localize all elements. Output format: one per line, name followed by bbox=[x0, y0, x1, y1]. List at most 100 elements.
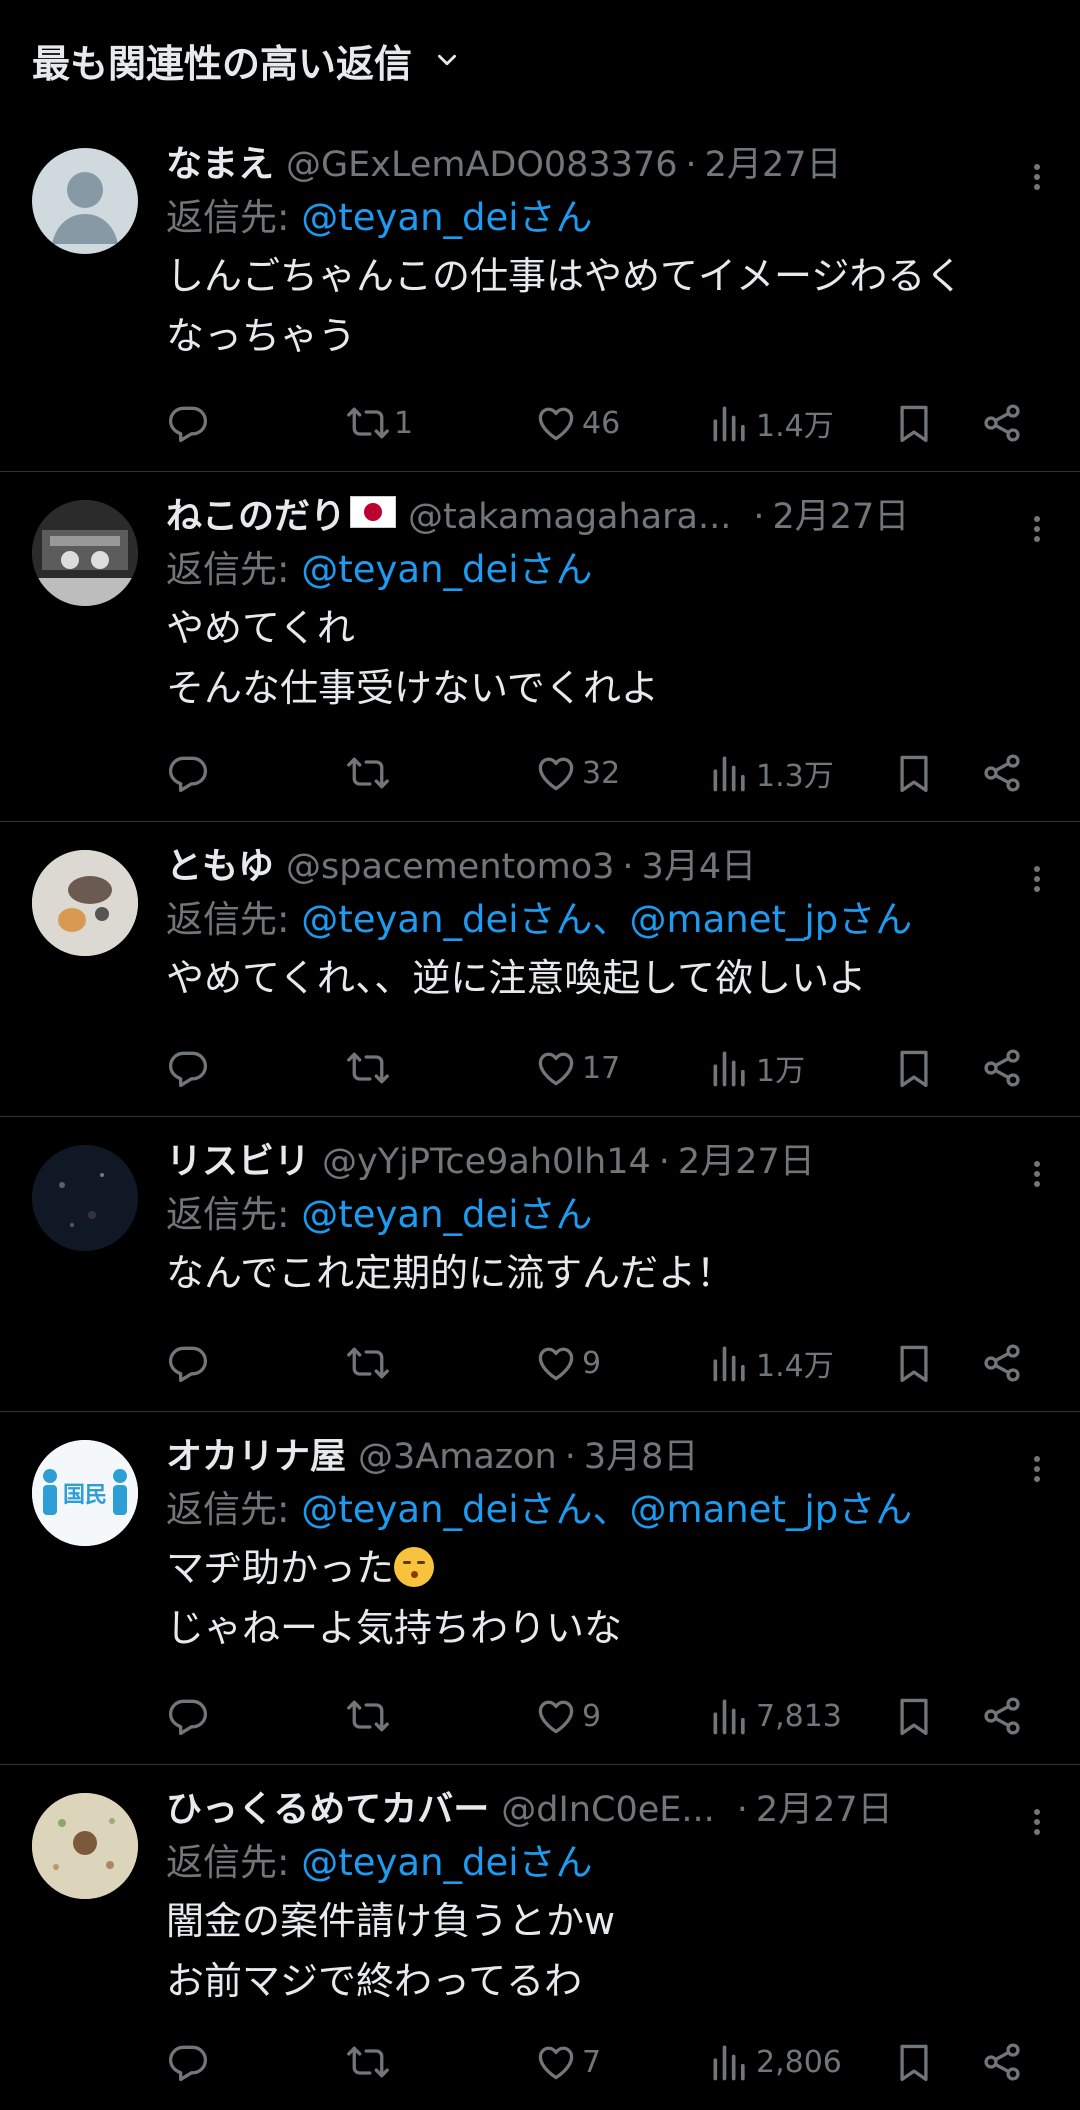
share-button[interactable] bbox=[980, 751, 1024, 795]
views-button[interactable]: 2,806 bbox=[708, 2040, 842, 2084]
reply-mention-link[interactable]: @teyan_deiさん bbox=[301, 1841, 592, 1884]
retweet-button[interactable] bbox=[346, 1046, 390, 1090]
replies-header[interactable]: 最も関連性の高い返信 bbox=[0, 0, 1080, 120]
user-handle[interactable]: @spacementomo3 bbox=[286, 842, 614, 892]
retweet-icon bbox=[346, 2040, 390, 2084]
reply-tweet[interactable]: リスビリ @yYjPTce9ah0lh14 · 2月27日 返信先: @teya… bbox=[0, 1117, 1080, 1412]
bookmark-icon bbox=[892, 1046, 936, 1090]
views-button[interactable]: 1万 bbox=[708, 1046, 805, 1090]
share-button[interactable] bbox=[980, 1046, 1024, 1090]
views-button[interactable]: 1.4万 bbox=[708, 1341, 834, 1385]
retweet-button[interactable] bbox=[346, 751, 390, 795]
tweet-date[interactable]: 2月27日 bbox=[772, 492, 909, 542]
reply-button[interactable] bbox=[166, 751, 210, 795]
display-name[interactable]: ひっくるめてカバー bbox=[166, 1785, 489, 1835]
avatar[interactable]: 国民 bbox=[32, 1440, 138, 1546]
reply-tweet[interactable]: ねこのだり @takamagahara... · 2月27日 返信先: @tey… bbox=[0, 472, 1080, 822]
reply-tweet[interactable]: 国民 オカリナ屋 @3Amazon · 3月8日 返信先: @teyan_dei… bbox=[0, 1412, 1080, 1765]
views-button[interactable]: 1.4万 bbox=[708, 401, 834, 445]
bookmark-button[interactable] bbox=[892, 1694, 936, 1738]
avatar[interactable] bbox=[32, 1793, 138, 1899]
reply-button[interactable] bbox=[166, 1046, 210, 1090]
retweet-button[interactable]: 1 bbox=[346, 401, 413, 445]
more-icon[interactable] bbox=[1032, 1452, 1042, 1486]
reply-button[interactable] bbox=[166, 1694, 210, 1738]
user-handle[interactable]: @takamagahara... bbox=[408, 492, 731, 542]
reply-tweet[interactable]: なまえ @GExLemADO083376 · 2月27日 返信先: @teyan… bbox=[0, 120, 1080, 472]
display-name[interactable]: オカリナ屋 bbox=[166, 1432, 346, 1482]
bookmark-button[interactable] bbox=[892, 1046, 936, 1090]
share-button[interactable] bbox=[980, 2040, 1024, 2084]
views-button[interactable]: 7,813 bbox=[708, 1694, 842, 1738]
share-button[interactable] bbox=[980, 1341, 1024, 1385]
like-icon bbox=[534, 751, 578, 795]
share-icon bbox=[980, 1046, 1024, 1090]
user-handle[interactable]: @dInC0eE... bbox=[501, 1785, 714, 1835]
share-button[interactable] bbox=[980, 401, 1024, 445]
like-icon bbox=[534, 2040, 578, 2084]
like-icon bbox=[534, 1341, 578, 1385]
reply-mention-link[interactable]: @teyan_deiさん bbox=[301, 1193, 592, 1236]
bookmark-icon bbox=[892, 2040, 936, 2084]
tweet-date[interactable]: 2月27日 bbox=[756, 1785, 893, 1835]
views-icon bbox=[708, 1046, 752, 1090]
share-button[interactable] bbox=[980, 1694, 1024, 1738]
user-handle[interactable]: @GExLemADO083376 bbox=[286, 140, 678, 190]
view-count: 2,806 bbox=[756, 2044, 842, 2080]
display-name[interactable]: なまえ bbox=[166, 140, 274, 190]
reply-mention-link[interactable]: @teyan_deiさん bbox=[301, 548, 592, 591]
like-count: 32 bbox=[582, 755, 621, 791]
like-button[interactable]: 32 bbox=[534, 751, 620, 795]
display-name[interactable]: ねこのだり bbox=[166, 492, 346, 542]
views-button[interactable]: 1.3万 bbox=[708, 751, 834, 795]
like-button[interactable]: 9 bbox=[534, 1694, 601, 1738]
bookmark-button[interactable] bbox=[892, 401, 936, 445]
action-bar: 32 1.3万 bbox=[166, 749, 1052, 797]
more-icon[interactable] bbox=[1032, 160, 1042, 194]
user-handle[interactable]: @3Amazon bbox=[358, 1432, 557, 1482]
display-name[interactable]: ともゆ bbox=[166, 842, 274, 892]
like-count: 9 bbox=[582, 1345, 602, 1381]
avatar[interactable] bbox=[32, 500, 138, 606]
retweet-button[interactable] bbox=[346, 1341, 390, 1385]
bookmark-button[interactable] bbox=[892, 1341, 936, 1385]
avatar[interactable] bbox=[32, 148, 138, 254]
reply-mention-link[interactable]: @teyan_deiさん、@manet_jpさん bbox=[301, 898, 912, 941]
more-icon[interactable] bbox=[1032, 1805, 1042, 1839]
more-icon[interactable] bbox=[1032, 1157, 1042, 1191]
view-count: 1.3万 bbox=[756, 759, 834, 794]
avatar[interactable] bbox=[32, 1145, 138, 1251]
tweet-date[interactable]: 2月27日 bbox=[678, 1137, 815, 1187]
user-handle[interactable]: @yYjPTce9ah0lh14 bbox=[322, 1137, 651, 1187]
reply-button[interactable] bbox=[166, 401, 210, 445]
bookmark-button[interactable] bbox=[892, 751, 936, 795]
more-icon[interactable] bbox=[1032, 862, 1042, 896]
reply-button[interactable] bbox=[166, 2040, 210, 2084]
tweet-text: マヂ助かった じゃねーよ気持ちわりいな bbox=[166, 1538, 1010, 1658]
tweet-date[interactable]: 3月8日 bbox=[584, 1432, 699, 1482]
separator-dot: · bbox=[622, 847, 634, 887]
reply-tweet[interactable]: ともゆ @spacementomo3 · 3月4日 返信先: @teyan_de… bbox=[0, 822, 1080, 1117]
reply-button[interactable] bbox=[166, 1341, 210, 1385]
tweet-date[interactable]: 3月4日 bbox=[642, 842, 757, 892]
reply-tweet[interactable]: ひっくるめてカバー @dInC0eE... · 2月27日 返信先: @teya… bbox=[0, 1765, 1080, 2110]
view-count: 1.4万 bbox=[756, 1349, 834, 1384]
retweet-button[interactable] bbox=[346, 2040, 390, 2084]
more-icon[interactable] bbox=[1032, 512, 1042, 546]
action-bar: 17 1万 bbox=[166, 1044, 1052, 1092]
like-button[interactable]: 7 bbox=[534, 2040, 601, 2084]
like-button[interactable]: 46 bbox=[534, 401, 620, 445]
avatar[interactable] bbox=[32, 850, 138, 956]
display-name[interactable]: リスビリ bbox=[166, 1137, 310, 1187]
tweet-date[interactable]: 2月27日 bbox=[705, 140, 842, 190]
like-button[interactable]: 9 bbox=[534, 1341, 601, 1385]
reply-mention-link[interactable]: @teyan_deiさん bbox=[301, 196, 592, 239]
reply-mention-link[interactable]: @teyan_deiさん、@manet_jpさん bbox=[301, 1488, 912, 1531]
like-button[interactable]: 17 bbox=[534, 1046, 620, 1090]
bookmark-button[interactable] bbox=[892, 2040, 936, 2084]
retweet-icon bbox=[346, 1046, 390, 1090]
retweet-button[interactable] bbox=[346, 1694, 390, 1738]
reply-to-line: 返信先: @teyan_deiさん、@manet_jpさん bbox=[166, 1482, 1010, 1538]
reply-prefix: 返信先: bbox=[166, 1841, 290, 1884]
tweet-text: しんごちゃんこの仕事はやめてイメージわるく なっちゃう bbox=[166, 254, 964, 358]
